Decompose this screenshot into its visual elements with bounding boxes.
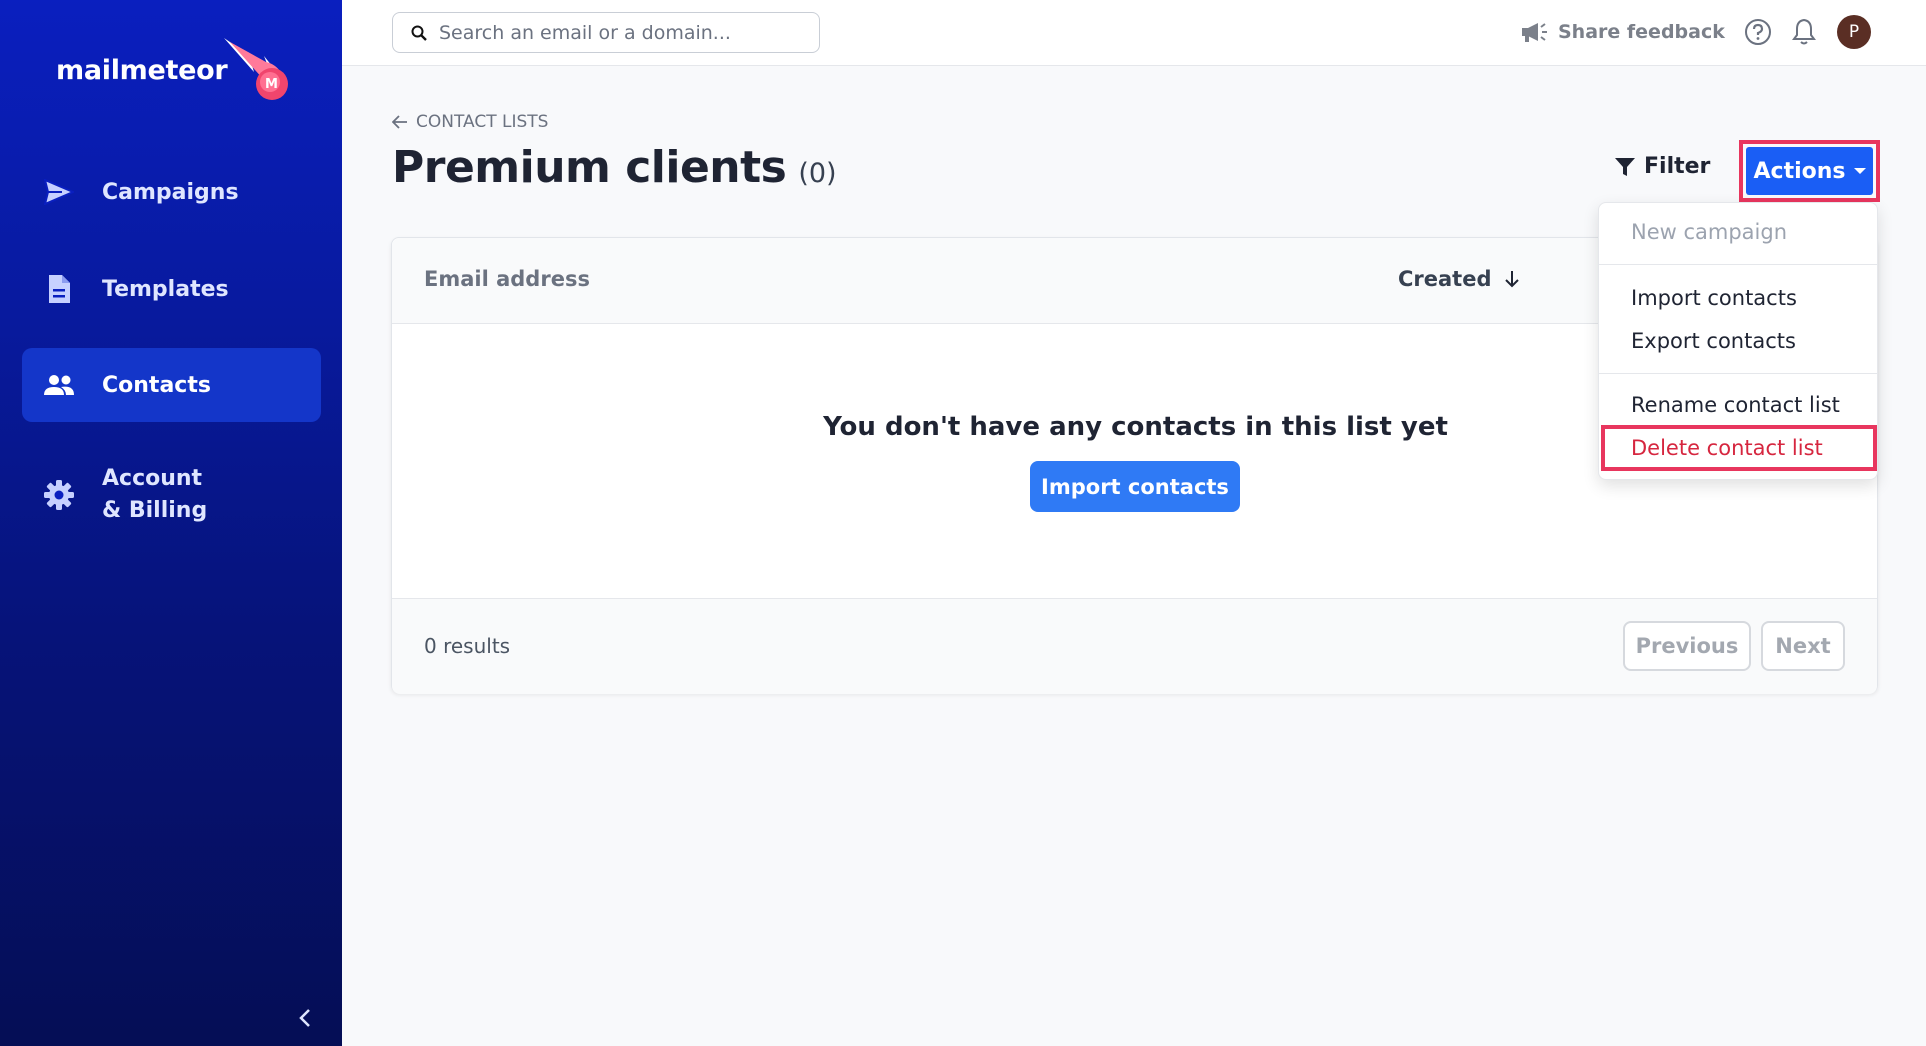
actions-label: Actions (1753, 158, 1846, 184)
help-icon[interactable] (1744, 18, 1772, 46)
sidebar-item-label: Account & Billing (102, 463, 207, 527)
document-icon (42, 272, 76, 306)
search-input[interactable] (439, 21, 799, 44)
column-email: Email address (424, 267, 590, 291)
breadcrumb-label: CONTACT LISTS (416, 112, 549, 132)
paper-plane-icon (42, 175, 76, 209)
next-button[interactable]: Next (1761, 621, 1845, 671)
filter-label: Filter (1644, 154, 1711, 179)
sidebar-item-label: Campaigns (102, 179, 239, 205)
gear-icon (42, 478, 76, 512)
svg-text:M: M (265, 77, 278, 92)
menu-item-export-contacts[interactable]: Export contacts (1599, 321, 1877, 361)
chevron-left-icon (299, 1009, 310, 1027)
search-icon (411, 25, 427, 41)
menu-item-import-contacts[interactable]: Import contacts (1599, 278, 1877, 318)
logo-text: mailmeteor (56, 54, 228, 86)
actions-button[interactable]: Actions (1746, 147, 1873, 195)
table-footer: 0 results Previous Next (392, 598, 1877, 694)
previous-button[interactable]: Previous (1623, 621, 1751, 671)
sidebar-item-label: Templates (102, 276, 229, 302)
logo[interactable]: mailmeteor M (56, 30, 296, 110)
results-count: 0 results (424, 634, 511, 658)
sidebar-item-label: Contacts (102, 372, 211, 398)
contact-count: (0) (798, 158, 837, 189)
sidebar-item-account-billing[interactable]: Account & Billing (22, 456, 321, 534)
avatar[interactable]: P (1837, 15, 1871, 49)
sidebar: mailmeteor M Campaigns Templates Contact… (0, 0, 342, 1046)
delete-highlight: Delete contact list (1601, 425, 1877, 471)
breadcrumb[interactable]: CONTACT LISTS (392, 112, 548, 132)
sidebar-item-campaigns[interactable]: Campaigns (22, 155, 321, 229)
menu-item-new-campaign[interactable]: New campaign (1599, 212, 1877, 252)
account-label-line2: & Billing (102, 498, 208, 523)
menu-divider (1599, 264, 1877, 265)
megaphone-icon (1522, 23, 1547, 42)
topbar: Share feedback P (342, 0, 1926, 66)
menu-divider (1599, 373, 1877, 374)
column-created-label: Created (1398, 267, 1492, 291)
page-title: Premium clients (0) (392, 142, 837, 193)
actions-highlight: Actions (1739, 140, 1880, 202)
sidebar-item-templates[interactable]: Templates (22, 252, 321, 326)
arrow-down-icon (1504, 271, 1519, 288)
menu-item-delete-contact-list[interactable]: Delete contact list (1605, 429, 1873, 467)
arrow-left-icon (392, 115, 407, 129)
menu-item-rename-contact-list[interactable]: Rename contact list (1599, 385, 1877, 425)
share-feedback-label: Share feedback (1558, 21, 1725, 43)
bell-icon[interactable] (1792, 18, 1816, 46)
users-icon (42, 368, 76, 402)
share-feedback-button[interactable]: Share feedback (1520, 16, 1725, 48)
meteor-logo-icon: M (224, 38, 288, 100)
page-title-text: Premium clients (392, 142, 787, 193)
import-contacts-button[interactable]: Import contacts (1030, 461, 1240, 512)
filter-icon (1615, 157, 1635, 176)
filter-button[interactable]: Filter (1614, 154, 1710, 179)
caret-down-icon (1853, 168, 1866, 174)
sidebar-item-contacts[interactable]: Contacts (22, 348, 321, 422)
actions-menu: New campaign Import contacts Export cont… (1598, 202, 1878, 480)
account-label-line1: Account (102, 466, 203, 491)
column-created[interactable]: Created (1398, 267, 1520, 291)
search-box[interactable] (392, 12, 820, 53)
collapse-sidebar-button[interactable] (298, 1008, 312, 1034)
